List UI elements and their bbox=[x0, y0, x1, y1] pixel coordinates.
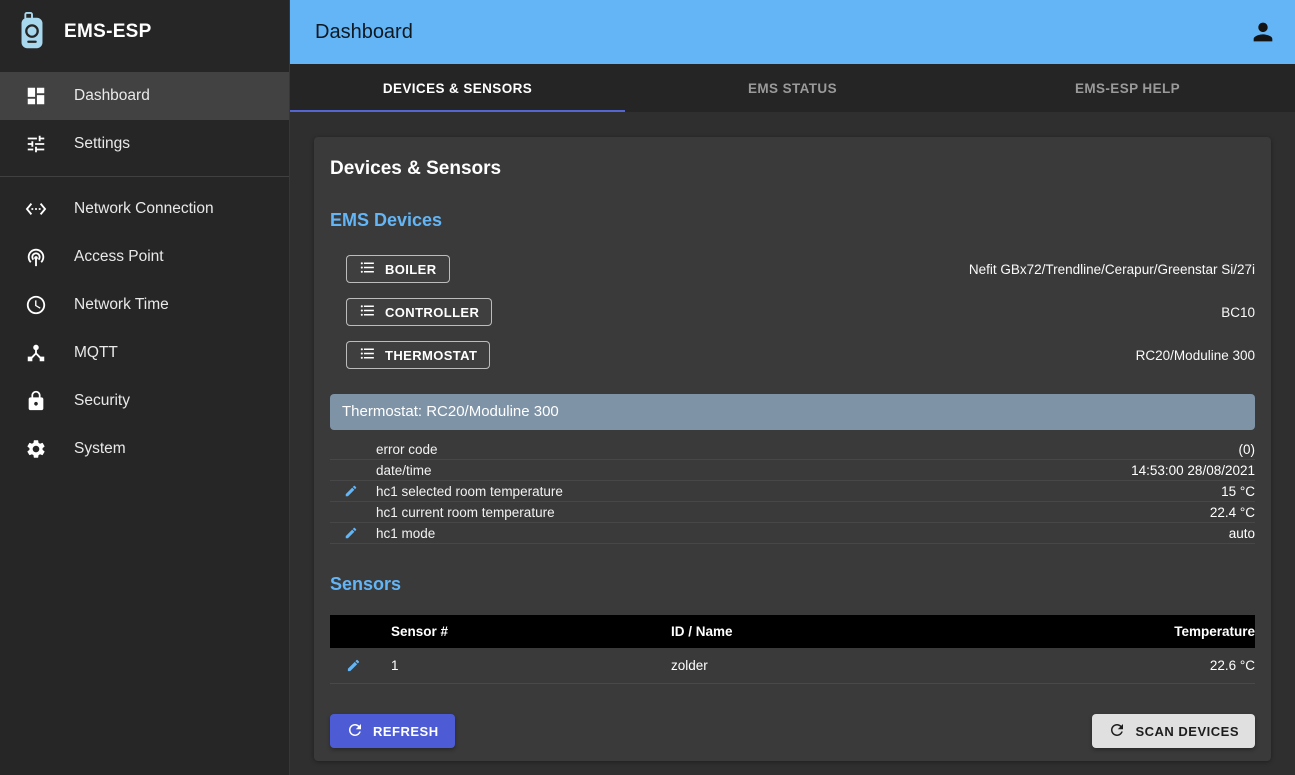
appbar: Dashboard bbox=[290, 0, 1295, 64]
devices-sensors-card: Devices & Sensors EMS Devices BOILER Nef… bbox=[314, 137, 1271, 761]
boiler-button[interactable]: BOILER bbox=[346, 255, 450, 283]
column-sensor-number: Sensor # bbox=[391, 624, 671, 639]
sensors-heading: Sensors bbox=[330, 574, 1255, 595]
ethernet-icon bbox=[24, 197, 48, 221]
device-model: RC20/Moduline 300 bbox=[1136, 348, 1255, 363]
sidebar-header: EMS-ESP bbox=[0, 0, 289, 64]
detail-value: auto bbox=[1229, 526, 1255, 541]
account-icon[interactable] bbox=[1249, 18, 1277, 46]
detail-row: hc1 current room temperature 22.4 °C bbox=[330, 502, 1255, 523]
wifi-tethering-icon bbox=[24, 245, 48, 269]
sidebar: EMS-ESP Dashboard Settings Network Co bbox=[0, 0, 290, 775]
sidebar-item-dashboard[interactable]: Dashboard bbox=[0, 72, 289, 120]
detail-row: error code (0) bbox=[330, 439, 1255, 460]
refresh-icon bbox=[346, 721, 364, 742]
lock-icon bbox=[24, 389, 48, 413]
detail-label: error code bbox=[376, 442, 1239, 457]
sensor-temperature: 22.6 °C bbox=[1035, 658, 1255, 673]
main-area: Dashboard DEVICES & SENSORS EMS STATUS E… bbox=[290, 0, 1295, 775]
page-title: Dashboard bbox=[315, 21, 1249, 44]
device-hub-icon bbox=[24, 341, 48, 365]
sidebar-item-label: Settings bbox=[74, 135, 130, 153]
sidebar-item-network-connection[interactable]: Network Connection bbox=[0, 185, 289, 233]
actions-bar: REFRESH SCAN DEVICES bbox=[330, 714, 1255, 748]
app-root: EMS-ESP Dashboard Settings Network Co bbox=[0, 0, 1295, 775]
sidebar-item-label: Network Connection bbox=[74, 200, 214, 218]
detail-label: hc1 mode bbox=[376, 526, 1229, 541]
tab-bar: DEVICES & SENSORS EMS STATUS EMS-ESP HEL… bbox=[290, 64, 1295, 112]
ems-esp-logo-icon bbox=[16, 12, 48, 52]
sidebar-item-security[interactable]: Security bbox=[0, 377, 289, 425]
tune-icon bbox=[24, 132, 48, 156]
detail-value: 14:53:00 28/08/2021 bbox=[1131, 463, 1255, 478]
list-icon bbox=[359, 302, 376, 322]
detail-label: date/time bbox=[376, 463, 1131, 478]
sidebar-item-network-time[interactable]: Network Time bbox=[0, 281, 289, 329]
refresh-button-label: REFRESH bbox=[373, 724, 439, 739]
detail-row: date/time 14:53:00 28/08/2021 bbox=[330, 460, 1255, 481]
device-model: Nefit GBx72/Trendline/Cerapur/Greenstar … bbox=[969, 262, 1255, 277]
device-row-boiler: BOILER Nefit GBx72/Trendline/Cerapur/Gre… bbox=[346, 255, 1255, 283]
tab-label: EMS-ESP HELP bbox=[1075, 81, 1180, 96]
column-id-name: ID / Name bbox=[671, 624, 1035, 639]
tab-label: DEVICES & SENSORS bbox=[383, 81, 532, 96]
device-button-label: THERMOSTAT bbox=[385, 348, 477, 363]
clock-icon bbox=[24, 293, 48, 317]
sensors-table-header: Sensor # ID / Name Temperature bbox=[330, 615, 1255, 648]
sidebar-item-mqtt[interactable]: MQTT bbox=[0, 329, 289, 377]
list-icon bbox=[359, 259, 376, 279]
sidebar-item-label: MQTT bbox=[74, 344, 118, 362]
detail-label: hc1 current room temperature bbox=[376, 505, 1210, 520]
sidebar-item-label: Network Time bbox=[74, 296, 169, 314]
detail-row: hc1 mode auto bbox=[330, 523, 1255, 544]
pencil-icon[interactable] bbox=[330, 658, 391, 673]
app-title: EMS-ESP bbox=[64, 21, 152, 43]
refresh-icon bbox=[1108, 721, 1126, 742]
refresh-button[interactable]: REFRESH bbox=[330, 714, 455, 748]
thermostat-button[interactable]: THERMOSTAT bbox=[346, 341, 490, 369]
sidebar-item-label: System bbox=[74, 440, 126, 458]
sensor-number: 1 bbox=[391, 658, 671, 673]
dashboard-icon bbox=[24, 84, 48, 108]
controller-button[interactable]: CONTROLLER bbox=[346, 298, 492, 326]
sidebar-nav: Dashboard Settings Network Connection Ac bbox=[0, 64, 289, 473]
sidebar-item-settings[interactable]: Settings bbox=[0, 120, 289, 168]
scan-devices-button[interactable]: SCAN DEVICES bbox=[1092, 714, 1255, 748]
sidebar-item-label: Security bbox=[74, 392, 130, 410]
detail-value: 22.4 °C bbox=[1210, 505, 1255, 520]
device-button-label: BOILER bbox=[385, 262, 437, 277]
column-temperature: Temperature bbox=[1035, 624, 1255, 639]
device-row-controller: CONTROLLER BC10 bbox=[346, 298, 1255, 326]
gear-icon bbox=[24, 437, 48, 461]
detail-value: (0) bbox=[1239, 442, 1256, 457]
device-model: BC10 bbox=[1221, 305, 1255, 320]
ems-devices-heading: EMS Devices bbox=[330, 210, 1255, 231]
tab-label: EMS STATUS bbox=[748, 81, 837, 96]
ems-device-list: BOILER Nefit GBx72/Trendline/Cerapur/Gre… bbox=[330, 255, 1255, 369]
sensor-name: zolder bbox=[671, 658, 1035, 673]
sidebar-item-label: Access Point bbox=[74, 248, 164, 266]
device-row-thermostat: THERMOSTAT RC20/Moduline 300 bbox=[346, 341, 1255, 369]
tab-ems-status[interactable]: EMS STATUS bbox=[625, 64, 960, 112]
scan-devices-button-label: SCAN DEVICES bbox=[1135, 724, 1239, 739]
card-title: Devices & Sensors bbox=[330, 158, 1255, 180]
pencil-icon[interactable] bbox=[330, 484, 376, 498]
thermostat-detail-rows: error code (0) date/time 14:53:00 28/08/… bbox=[330, 439, 1255, 544]
sensors-table: Sensor # ID / Name Temperature 1 zolder … bbox=[330, 615, 1255, 684]
sidebar-divider bbox=[0, 176, 289, 177]
pencil-icon[interactable] bbox=[330, 526, 376, 540]
sidebar-item-label: Dashboard bbox=[74, 87, 150, 105]
detail-label: hc1 selected room temperature bbox=[376, 484, 1221, 499]
table-row: 1 zolder 22.6 °C bbox=[330, 648, 1255, 684]
tab-devices-sensors[interactable]: DEVICES & SENSORS bbox=[290, 64, 625, 112]
sidebar-item-access-point[interactable]: Access Point bbox=[0, 233, 289, 281]
thermostat-detail-header: Thermostat: RC20/Moduline 300 bbox=[330, 394, 1255, 430]
tab-ems-esp-help[interactable]: EMS-ESP HELP bbox=[960, 64, 1295, 112]
device-button-label: CONTROLLER bbox=[385, 305, 479, 320]
content: Devices & Sensors EMS Devices BOILER Nef… bbox=[290, 112, 1295, 775]
list-icon bbox=[359, 345, 376, 365]
detail-value: 15 °C bbox=[1221, 484, 1255, 499]
sidebar-item-system[interactable]: System bbox=[0, 425, 289, 473]
detail-row: hc1 selected room temperature 15 °C bbox=[330, 481, 1255, 502]
